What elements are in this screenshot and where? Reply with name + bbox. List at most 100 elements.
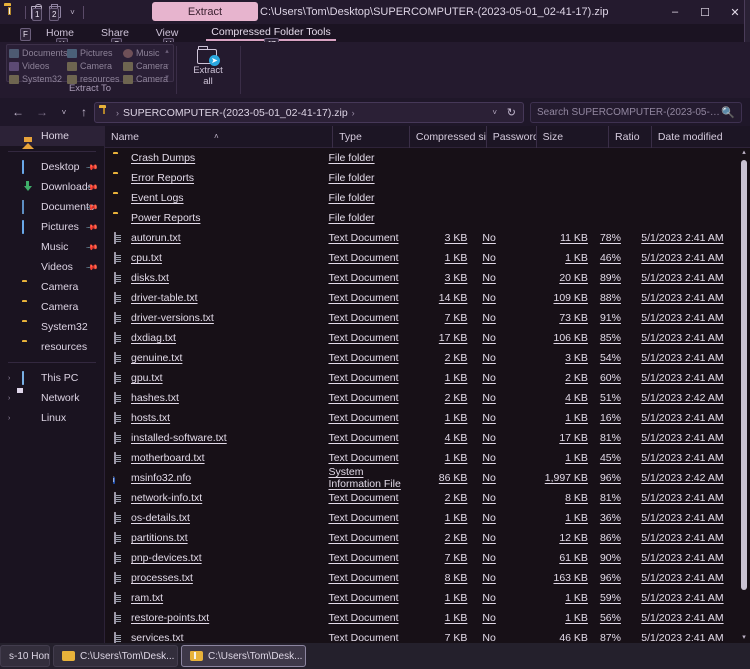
gallery-item[interactable]: Documents (9, 47, 67, 59)
search-icon[interactable]: 🔍 (721, 106, 735, 119)
table-row[interactable]: driver-table.txt Text Document 14 KB No 109 … (105, 288, 738, 308)
breadcrumb-separator[interactable]: › (352, 108, 355, 118)
table-row[interactable]: Error Reports File folder (105, 168, 738, 188)
scroll-up-icon[interactable]: ▴ (742, 148, 746, 158)
table-row[interactable]: motherboard.txt Text Document 1 KB No 1 KB 45… (105, 448, 738, 468)
cell-name[interactable]: disks.txt (105, 272, 328, 284)
zip-folder-icon[interactable] (4, 3, 22, 21)
extract-to-gallery[interactable]: Documents Pictures Music Videos Camera C… (6, 44, 174, 84)
refresh-icon[interactable]: ↻ (507, 106, 516, 119)
sidebar-item-network[interactable]: › Network (0, 388, 104, 408)
sidebar-item-camera-1[interactable]: Camera (0, 277, 104, 297)
back-button[interactable]: ← (8, 102, 28, 122)
table-row[interactable]: Event Logs File folder (105, 188, 738, 208)
sidebar-item-linux[interactable]: › Linux (0, 408, 104, 428)
column-header-name[interactable]: Name ˄ (105, 126, 332, 148)
table-row[interactable]: dxdiag.txt Text Document 17 KB No 106 KB 85% 5… (105, 328, 738, 348)
taskbar-item[interactable]: C:\Users\Tom\Desk... (181, 645, 306, 667)
file-rows[interactable]: Crash Dumps File folder Error Reports File … (105, 148, 738, 643)
chevron-right-icon[interactable]: › (8, 395, 16, 402)
forward-button[interactable]: → (32, 102, 52, 122)
cell-name[interactable]: partitions.txt (105, 532, 328, 544)
cell-name[interactable]: driver-table.txt (105, 292, 328, 304)
cell-name[interactable]: Crash Dumps (105, 152, 328, 164)
cell-name[interactable]: restore-points.txt (105, 612, 328, 624)
pin-icon[interactable]: 📌 (85, 160, 98, 173)
table-row[interactable]: network-info.txt Text Document 2 KB No 8 KB 8… (105, 488, 738, 508)
table-row[interactable]: Crash Dumps File folder (105, 148, 738, 168)
sidebar-item-resources[interactable]: resources (0, 337, 104, 357)
sidebar-item-desktop[interactable]: Desktop 📌 (0, 157, 104, 177)
column-header-size[interactable]: Size (535, 126, 608, 148)
cell-name[interactable]: genuine.txt (105, 352, 328, 364)
scrollbar-track[interactable] (738, 158, 750, 633)
minimize-button[interactable]: – (660, 0, 690, 24)
cell-name[interactable]: ram.txt (105, 592, 328, 604)
scroll-more-icon[interactable]: – (165, 61, 169, 68)
sidebar-item-documents[interactable]: Documents 📌 (0, 197, 104, 217)
cell-name[interactable]: autorun.txt (105, 232, 328, 244)
scroll-down-icon[interactable]: ▾ (165, 73, 169, 81)
extract-all-button[interactable]: ➤ Extract all (184, 44, 232, 94)
table-row[interactable]: driver-versions.txt Text Document 7 KB No 73… (105, 308, 738, 328)
column-header-password[interactable]: Password ... (485, 126, 536, 148)
vertical-scrollbar[interactable]: ▴ ▾ (738, 148, 750, 643)
table-row[interactable]: pnp-devices.txt Text Document 7 KB No 61 KB 9… (105, 548, 738, 568)
table-row[interactable]: hosts.txt Text Document 1 KB No 1 KB 16% 5/1/2… (105, 408, 738, 428)
table-row[interactable]: installed-software.txt Text Document 4 KB N… (105, 428, 738, 448)
gallery-item[interactable]: Videos (9, 60, 67, 72)
table-row[interactable]: genuine.txt Text Document 2 KB No 3 KB 54% 5/1… (105, 348, 738, 368)
cell-name[interactable]: gpu.txt (105, 372, 328, 384)
cell-name[interactable]: i msinfo32.nfo (105, 472, 328, 484)
sidebar-item-videos[interactable]: Videos 📌 (0, 257, 104, 277)
scroll-up-icon[interactable]: ▴ (165, 47, 169, 55)
chevron-down-icon[interactable]: ˅ (65, 4, 80, 20)
up-button[interactable]: ↑ (74, 102, 94, 122)
maximize-button[interactable]: ☐ (690, 0, 720, 24)
cell-name[interactable]: os-details.txt (105, 512, 328, 524)
cell-name[interactable]: Error Reports (105, 172, 328, 184)
cell-name[interactable]: services.txt (105, 632, 328, 643)
scrollbar-thumb[interactable] (741, 160, 747, 590)
sidebar-item-system32[interactable]: System32 (0, 317, 104, 337)
tab-extract[interactable]: Extract (152, 2, 258, 21)
sidebar-item-downloads[interactable]: Downloads 📌 (0, 177, 104, 197)
search-input[interactable]: Search SUPERCOMPUTER-(2023-05-01_02-41-1… (537, 107, 721, 118)
taskbar-item[interactable]: C:\Users\Tom\Desk... (53, 645, 178, 667)
taskbar-item[interactable]: s-10 Home... (0, 645, 50, 667)
table-row[interactable]: i msinfo32.nfo System Information File 86 K… (105, 466, 738, 490)
table-row[interactable]: ram.txt Text Document 1 KB No 1 KB 59% 5/1/202… (105, 588, 738, 608)
taskbar[interactable]: s-10 Home... C:\Users\Tom\Desk... C:\Use… (0, 643, 750, 669)
address-bar[interactable]: › SUPERCOMPUTER-(2023-05-01_02-41-17).zi… (94, 102, 524, 123)
gallery-item[interactable]: Camera (67, 60, 123, 72)
pin-icon[interactable]: 📌 (85, 240, 98, 253)
sidebar-item-camera-2[interactable]: Camera (0, 297, 104, 317)
table-row[interactable]: disks.txt Text Document 3 KB No 20 KB 89% 5/1/… (105, 268, 738, 288)
gallery-scrollbar[interactable]: ▴ – ▾ (162, 46, 172, 82)
table-row[interactable]: gpu.txt Text Document 1 KB No 2 KB 60% 5/1/202… (105, 368, 738, 388)
cell-name[interactable]: installed-software.txt (105, 432, 328, 444)
cell-name[interactable]: motherboard.txt (105, 452, 328, 464)
column-header-type[interactable]: Type (332, 126, 409, 148)
cell-name[interactable]: network-info.txt (105, 492, 328, 504)
table-row[interactable]: os-details.txt Text Document 1 KB No 1 KB 36%… (105, 508, 738, 528)
pin-icon[interactable]: 📌 (85, 220, 98, 233)
table-row[interactable]: Power Reports File folder (105, 208, 738, 228)
cell-name[interactable]: pnp-devices.txt (105, 552, 328, 564)
recent-locations-button[interactable]: ˅ (54, 102, 74, 122)
tab-compressed-folder-tools[interactable]: Compressed Folder Tools JZ (206, 26, 336, 51)
tab-view[interactable]: View V (152, 27, 182, 51)
sidebar-item-this-pc[interactable]: › This PC (0, 368, 104, 388)
column-header-compressed-size[interactable]: Compressed size (408, 126, 486, 148)
pin-icon[interactable]: 📌 (85, 260, 98, 273)
cell-name[interactable]: hosts.txt (105, 412, 328, 424)
cell-name[interactable]: dxdiag.txt (105, 332, 328, 344)
breadcrumb-path[interactable]: SUPERCOMPUTER-(2023-05-01_02-41-17).zip (123, 107, 348, 119)
scroll-down-icon[interactable]: ▾ (742, 633, 746, 643)
gallery-item[interactable]: Pictures (67, 47, 123, 59)
sidebar-item-music[interactable]: Music 📌 (0, 237, 104, 257)
table-row[interactable]: services.txt Text Document 7 KB No 46 KB 87% 5… (105, 628, 738, 643)
cell-name[interactable]: Power Reports (105, 212, 328, 224)
navigation-pane[interactable]: Home Desktop 📌 Downloads 📌 Documents 📌 P… (0, 126, 105, 643)
chevron-down-icon[interactable]: ˅ (492, 108, 497, 117)
